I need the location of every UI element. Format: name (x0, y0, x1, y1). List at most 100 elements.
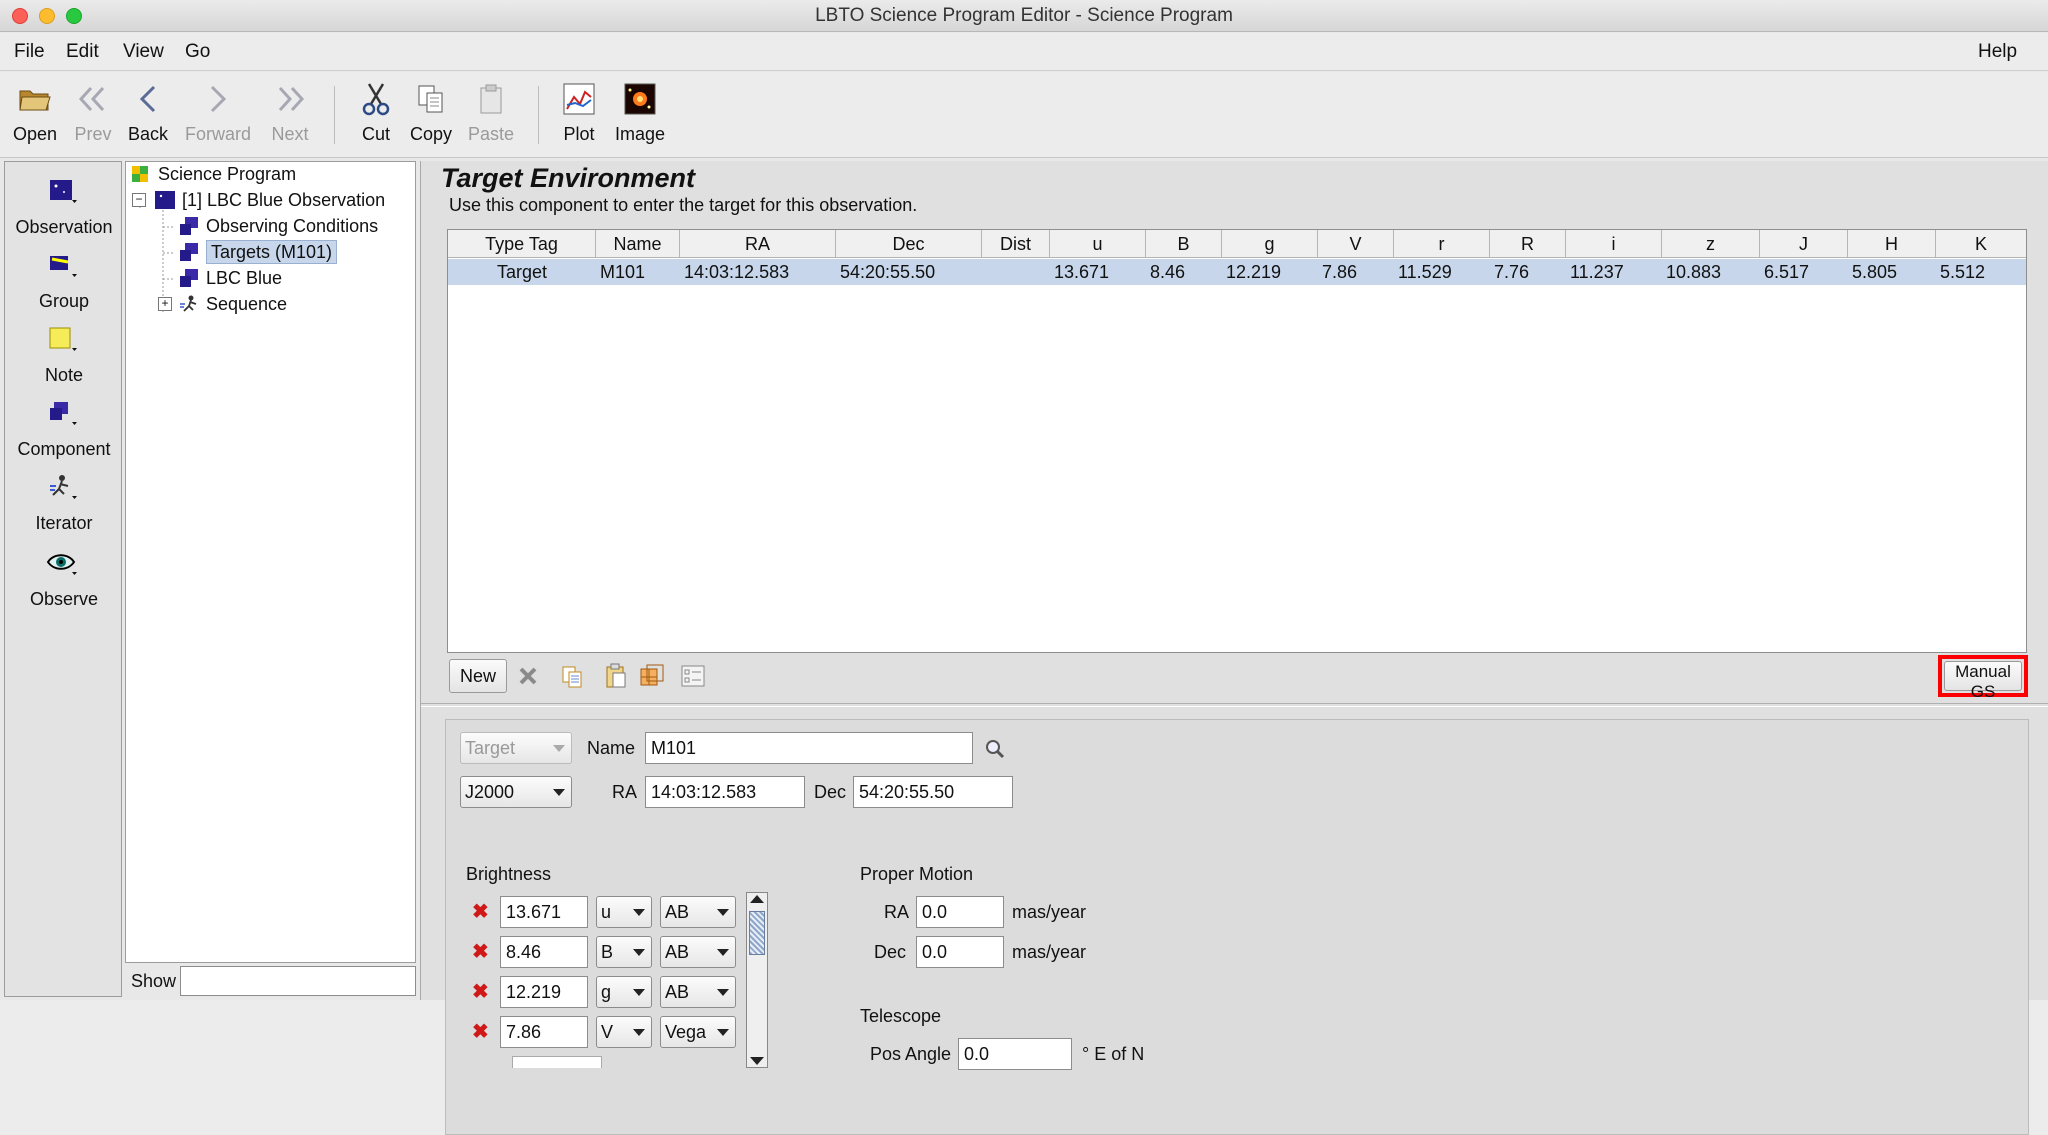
column-header-type-tag[interactable]: Type Tag (448, 230, 596, 258)
next-button[interactable]: Next (268, 78, 312, 154)
mag-system-select[interactable]: AB (660, 896, 736, 928)
component-icon (180, 243, 198, 261)
tree-node-targets[interactable]: Targets (M101) (178, 240, 338, 264)
menu-file[interactable]: File (8, 33, 51, 71)
remove-brightness-icon[interactable]: ✖ (472, 1016, 489, 1048)
palette-component[interactable]: Component (5, 398, 123, 460)
scroll-up-icon[interactable] (750, 895, 764, 903)
column-header-j[interactable]: J (1760, 230, 1848, 258)
palette-iterator[interactable]: Iterator (5, 472, 123, 534)
remove-brightness-icon[interactable]: ✖ (472, 976, 489, 1008)
tree-node-sequence[interactable]: + Sequence (158, 292, 287, 316)
image-button[interactable]: Image (612, 78, 668, 154)
palette-group[interactable]: Group (5, 250, 123, 312)
cut-button[interactable]: Cut (356, 78, 396, 154)
palette-note[interactable]: Note (5, 324, 123, 386)
zoom-window-button[interactable] (66, 8, 82, 24)
back-button[interactable]: Back (126, 78, 170, 154)
science-program-icon (132, 166, 148, 182)
column-header-k[interactable]: K (1936, 230, 2026, 258)
tree-node-observation[interactable]: − [1] LBC Blue Observation (132, 188, 385, 212)
brightness-row: ✖ g AB (460, 976, 760, 1008)
plot-button[interactable]: Plot (558, 78, 600, 154)
program-tree: Science Program − [1] LBC Blue Observati… (125, 161, 416, 963)
column-header-name[interactable]: Name (596, 230, 680, 258)
column-header-g[interactable]: g (1222, 230, 1318, 258)
cell-b: 8.46 (1150, 262, 1186, 282)
column-header-b[interactable]: B (1146, 230, 1222, 258)
palette-observe[interactable]: Observe (5, 548, 123, 610)
brightness-scrollbar[interactable] (746, 892, 768, 1068)
eye-icon (46, 554, 77, 575)
column-header-h[interactable]: H (1848, 230, 1936, 258)
brightness-value-input[interactable] (500, 896, 588, 928)
menu-go[interactable]: Go (179, 33, 216, 71)
pos-angle-input[interactable] (958, 1038, 1072, 1070)
cell-k: 5.512 (1940, 262, 1986, 282)
menu-edit[interactable]: Edit (60, 33, 105, 71)
coordinate-system-select[interactable]: J2000 (460, 776, 572, 808)
column-header-dec[interactable]: Dec (836, 230, 982, 258)
manual-gs-button[interactable]: Manual GS (1944, 661, 2022, 701)
column-header-ra[interactable]: RA (680, 230, 836, 258)
new-target-button[interactable]: New (449, 659, 507, 693)
prev-button[interactable]: Prev (68, 78, 118, 154)
search-icon[interactable] (984, 738, 1006, 760)
menu-view[interactable]: View (117, 33, 170, 71)
band-select[interactable]: g (596, 976, 652, 1008)
collapse-toggle-icon[interactable]: − (132, 193, 146, 207)
scroll-down-icon[interactable] (750, 1057, 764, 1065)
pm-ra-input[interactable] (916, 896, 1004, 928)
scissors-icon (362, 83, 390, 116)
close-window-button[interactable] (12, 8, 28, 24)
paste-button[interactable]: Paste (466, 78, 516, 154)
show-filter-input[interactable] (180, 966, 416, 996)
brightness-value-input[interactable] (500, 936, 588, 968)
dec-input[interactable] (853, 776, 1013, 808)
mag-system-select[interactable]: Vega (660, 1016, 736, 1048)
column-header-dist[interactable]: Dist (982, 230, 1050, 258)
copy-button[interactable]: Copy (406, 78, 456, 154)
cell-i: 11.237 (1570, 262, 1624, 282)
ra-label: RA (612, 782, 638, 802)
star-image-icon (624, 83, 656, 115)
column-header-u[interactable]: u (1050, 230, 1146, 258)
palette-observation[interactable]: Observation (5, 176, 123, 238)
brightness-value-input[interactable] (500, 976, 588, 1008)
splitter[interactable] (421, 703, 2048, 707)
remove-brightness-icon[interactable]: ✖ (472, 896, 489, 928)
tree-node-lbc-blue[interactable]: LBC Blue (178, 266, 282, 290)
remove-brightness-icon[interactable]: ✖ (472, 936, 489, 968)
tree-node-science-program[interactable]: Science Program (130, 162, 296, 186)
copy-icon[interactable] (561, 665, 583, 689)
pm-dec-input[interactable] (916, 936, 1004, 968)
target-name-input[interactable] (645, 732, 973, 764)
open-button[interactable]: Open (10, 78, 60, 154)
ra-input[interactable] (645, 776, 805, 808)
band-select[interactable]: B (596, 936, 652, 968)
remove-icon[interactable] (517, 665, 539, 687)
column-header-i[interactable]: i (1566, 230, 1662, 258)
band-select[interactable]: u (596, 896, 652, 928)
paste-icon[interactable] (605, 663, 627, 689)
menu-help[interactable]: Help (1972, 33, 2023, 71)
mag-system-select[interactable]: AB (660, 936, 736, 968)
forward-button[interactable]: Forward (182, 78, 254, 154)
table-row[interactable]: Target M101 14:03:12.583 54:20:55.50 13.… (448, 259, 2026, 285)
pm-ra-label: RA (884, 902, 910, 922)
scroll-thumb[interactable] (749, 911, 765, 955)
column-header-r[interactable]: r (1394, 230, 1490, 258)
column-header-v[interactable]: V (1318, 230, 1394, 258)
expand-toggle-icon[interactable]: + (158, 297, 172, 311)
list-details-icon[interactable] (681, 665, 705, 687)
mag-system-select[interactable]: AB (660, 976, 736, 1008)
iterator-icon (50, 475, 77, 499)
column-header-z[interactable]: z (1662, 230, 1760, 258)
duplicate-grid-icon[interactable] (639, 663, 665, 689)
band-select[interactable]: V (596, 1016, 652, 1048)
cell-z: 10.883 (1666, 262, 1722, 282)
minimize-window-button[interactable] (39, 8, 55, 24)
column-header-r-upper[interactable]: R (1490, 230, 1566, 258)
brightness-value-input[interactable] (500, 1016, 588, 1048)
tree-node-observing-conditions[interactable]: Observing Conditions (178, 214, 378, 238)
